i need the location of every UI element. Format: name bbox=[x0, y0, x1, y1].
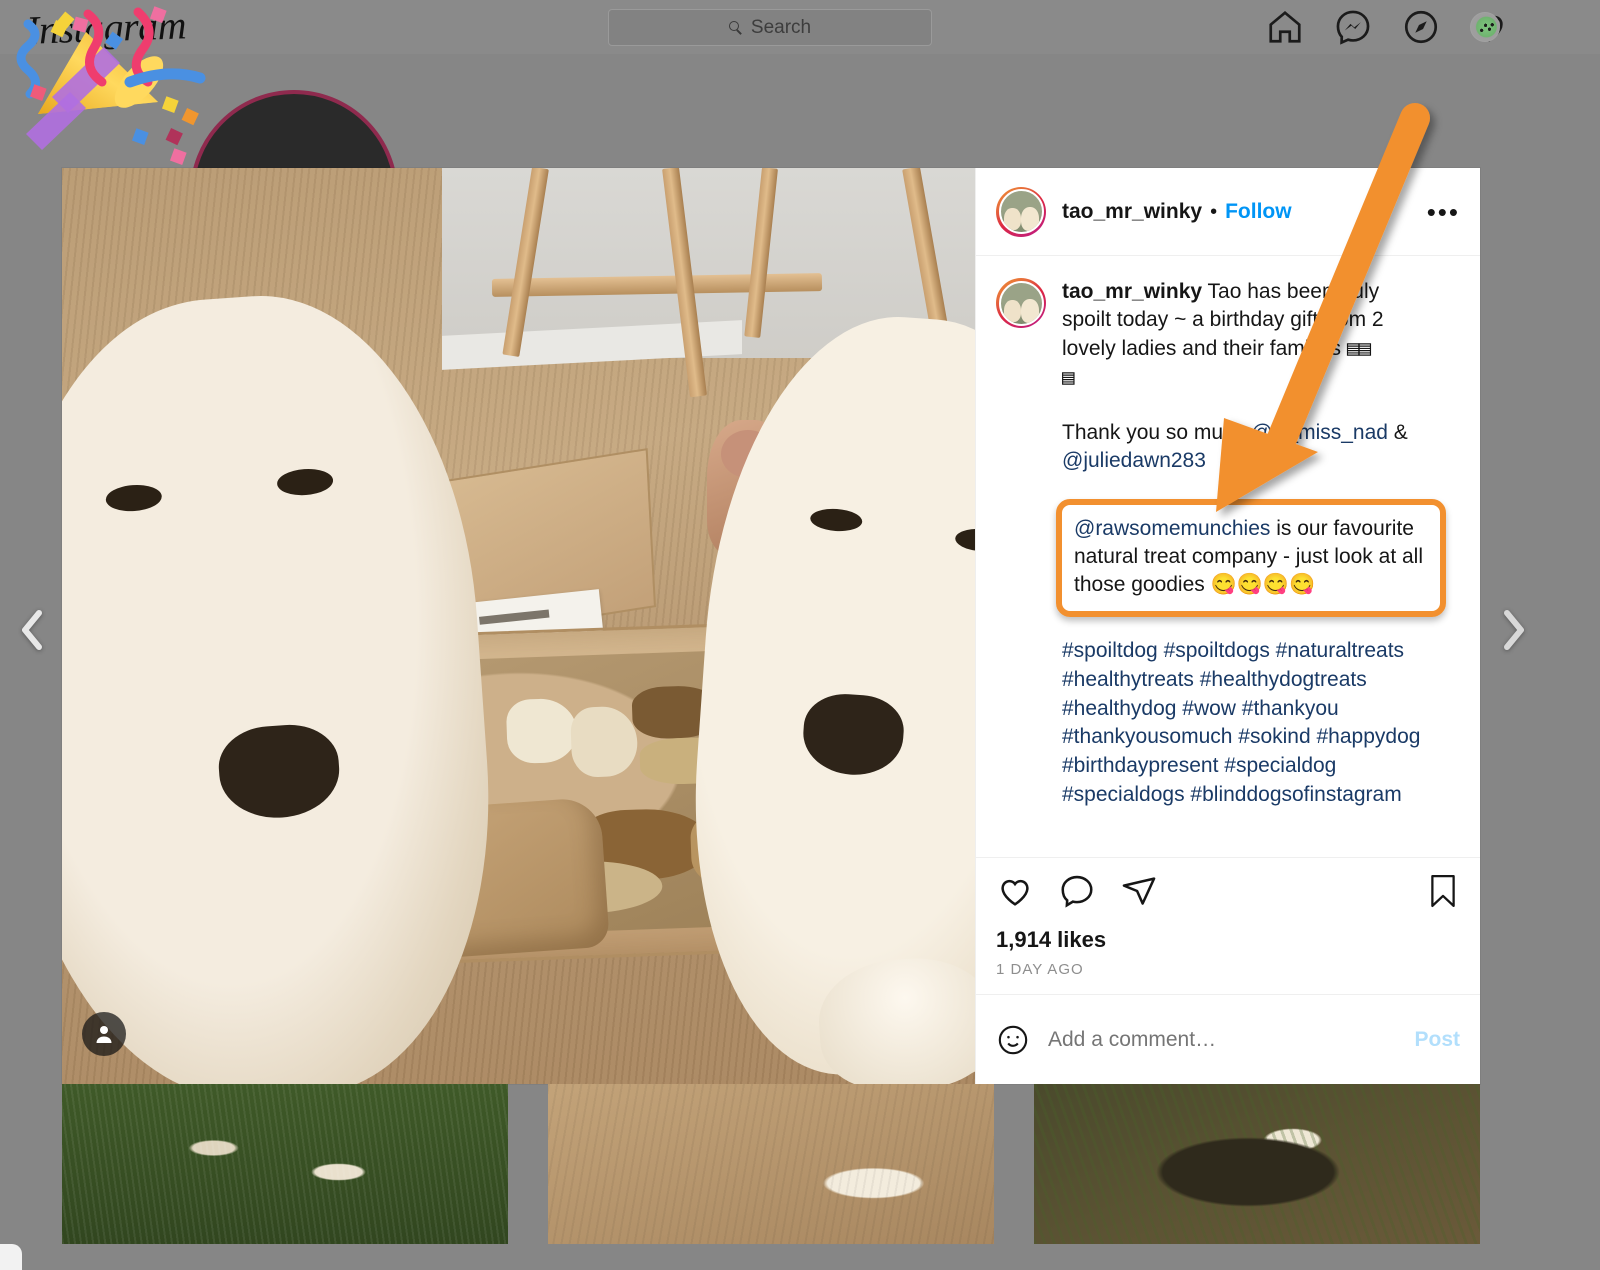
separator-dot: • bbox=[1210, 200, 1218, 223]
carousel-prev-button[interactable] bbox=[8, 600, 56, 660]
search-input[interactable]: Search bbox=[608, 9, 932, 46]
messenger-icon[interactable] bbox=[1334, 8, 1372, 46]
carousel-next-button[interactable] bbox=[1490, 600, 1538, 660]
dog-paw bbox=[814, 953, 975, 1084]
mention-juliedawn283[interactable]: @juliedawn283 bbox=[1062, 449, 1206, 472]
search-placeholder: Search bbox=[750, 16, 812, 38]
post-actions: 1,914 likes 1 DAY AGO bbox=[976, 857, 1480, 994]
search-icon bbox=[728, 20, 743, 35]
thumbnail-3[interactable] bbox=[1034, 1084, 1480, 1244]
author-avatar[interactable] bbox=[996, 186, 1046, 237]
explore-icon[interactable] bbox=[1402, 8, 1440, 46]
post-sidebar: tao_mr_winky • Follow ••• tao_mr_winky T… bbox=[975, 168, 1480, 1084]
caption-avatar[interactable] bbox=[996, 278, 1046, 328]
bookmark-icon[interactable] bbox=[1426, 872, 1460, 915]
caption-tofu-1: ▤▤ bbox=[1346, 336, 1371, 361]
person-tag-icon[interactable] bbox=[82, 1012, 126, 1056]
instagram-logo[interactable]: Instagram bbox=[25, 1, 186, 54]
mention-lil-miss-nad[interactable]: @lil_miss_nad bbox=[1251, 421, 1388, 444]
caption-thanks-paragraph: Thank you so much @lil_miss_nad & @julie… bbox=[1062, 419, 1430, 475]
comment-input[interactable] bbox=[1048, 1027, 1397, 1052]
dog-eye bbox=[104, 483, 163, 513]
caption-username[interactable]: tao_mr_winky bbox=[1062, 280, 1202, 303]
comment-bubble-icon[interactable] bbox=[1058, 872, 1096, 915]
home-icon[interactable] bbox=[1266, 8, 1304, 46]
heart-icon[interactable] bbox=[996, 872, 1034, 915]
treat bbox=[570, 705, 639, 778]
orange-highlight-box: @rawsomemunchies is our favourite natura… bbox=[1056, 498, 1446, 618]
page-root: Instagram Search tao_mr_winky • Follow •… bbox=[0, 0, 1600, 1270]
post-timestamp: 1 DAY AGO bbox=[996, 961, 1084, 978]
caption-text: tao_mr_winky Tao has been truly spoilt t… bbox=[1056, 278, 1446, 810]
post-author-header: tao_mr_winky • Follow ••• bbox=[976, 168, 1480, 256]
thumbnail-2[interactable] bbox=[548, 1084, 994, 1244]
caption-thanks-text: Thank you so much bbox=[1062, 420, 1252, 444]
photo-scene bbox=[62, 168, 975, 1084]
post-modal: tao_mr_winky • Follow ••• tao_mr_winky T… bbox=[62, 168, 1480, 1084]
like-count[interactable]: 1,914 likes bbox=[996, 927, 1460, 953]
dog-nose bbox=[800, 691, 906, 779]
post-more-options-button[interactable]: ••• bbox=[1427, 199, 1460, 225]
caption-hashtags[interactable]: #spoiltdog #spoiltdogs #naturaltreats #h… bbox=[1062, 637, 1442, 810]
add-comment-bar: Post bbox=[976, 994, 1480, 1084]
profile-grid-thumbnails bbox=[62, 1084, 1480, 1244]
post-author-username[interactable]: tao_mr_winky bbox=[1062, 200, 1202, 224]
instagram-topbar: Instagram Search bbox=[0, 0, 1600, 54]
profile-avatar[interactable] bbox=[1470, 12, 1500, 42]
post-comment-button[interactable]: Post bbox=[1414, 1028, 1460, 1052]
dog-eye bbox=[276, 467, 334, 497]
emoji-smiley-icon[interactable] bbox=[996, 1023, 1030, 1057]
post-caption-area: tao_mr_winky Tao has been truly spoilt t… bbox=[976, 256, 1480, 857]
treat bbox=[505, 697, 578, 765]
caption-tofu-2: ▤ bbox=[1062, 365, 1075, 390]
post-follow-link[interactable]: Follow bbox=[1225, 200, 1292, 224]
dog-eye bbox=[954, 527, 975, 553]
window-corner bbox=[0, 1244, 22, 1270]
dog-nose bbox=[216, 721, 343, 822]
dog-eye bbox=[809, 507, 863, 533]
share-paper-plane-icon[interactable] bbox=[1120, 872, 1158, 915]
thumbnail-1[interactable] bbox=[62, 1084, 508, 1244]
post-image[interactable] bbox=[62, 168, 975, 1084]
mention-rawsomemunchies[interactable]: @rawsomemunchies bbox=[1074, 517, 1270, 540]
caption-ampersand: & bbox=[1387, 420, 1408, 444]
